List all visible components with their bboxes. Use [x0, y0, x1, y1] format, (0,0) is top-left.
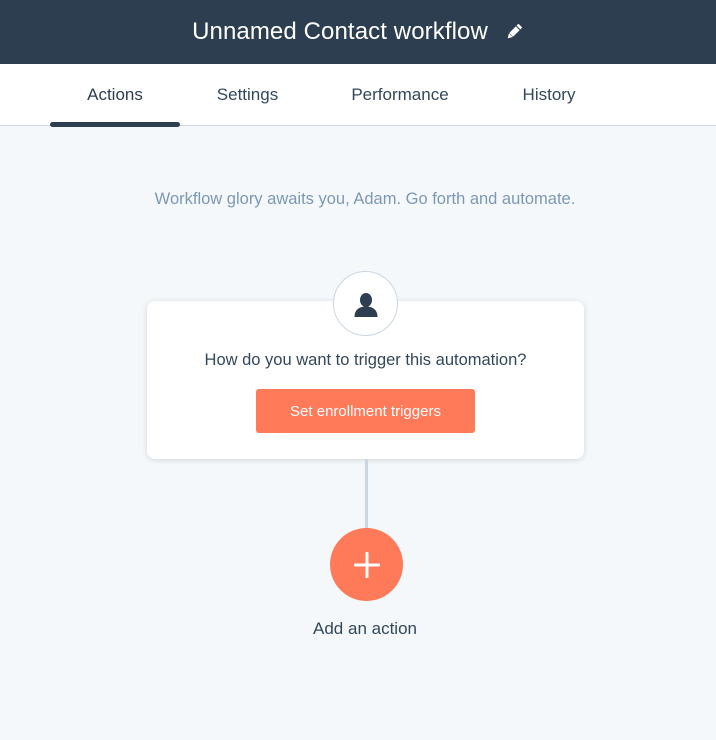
greeting-message: Workflow glory awaits you, Adam. Go fort…: [154, 190, 576, 208]
plus-icon: [353, 551, 380, 578]
add-action-label: Add an action: [313, 619, 417, 638]
set-enrollment-triggers-button[interactable]: Set enrollment triggers: [256, 389, 475, 433]
pencil-icon[interactable]: [504, 22, 524, 42]
workflow-title[interactable]: Unnamed Contact workflow: [192, 18, 488, 46]
tab-actions[interactable]: Actions: [50, 64, 180, 126]
contact-icon: [333, 271, 398, 336]
add-action-button[interactable]: [330, 528, 403, 601]
trigger-question: How do you want to trigger this automati…: [204, 351, 527, 369]
workflow-header: Unnamed Contact workflow: [0, 0, 716, 64]
active-tab-indicator: [50, 122, 180, 127]
tab-history[interactable]: History: [503, 64, 595, 126]
tab-settings[interactable]: Settings: [195, 64, 300, 126]
tab-performance[interactable]: Performance: [330, 64, 470, 126]
tab-bar: Actions Settings Performance History: [0, 64, 716, 127]
workflow-connector-line: [365, 459, 368, 529]
